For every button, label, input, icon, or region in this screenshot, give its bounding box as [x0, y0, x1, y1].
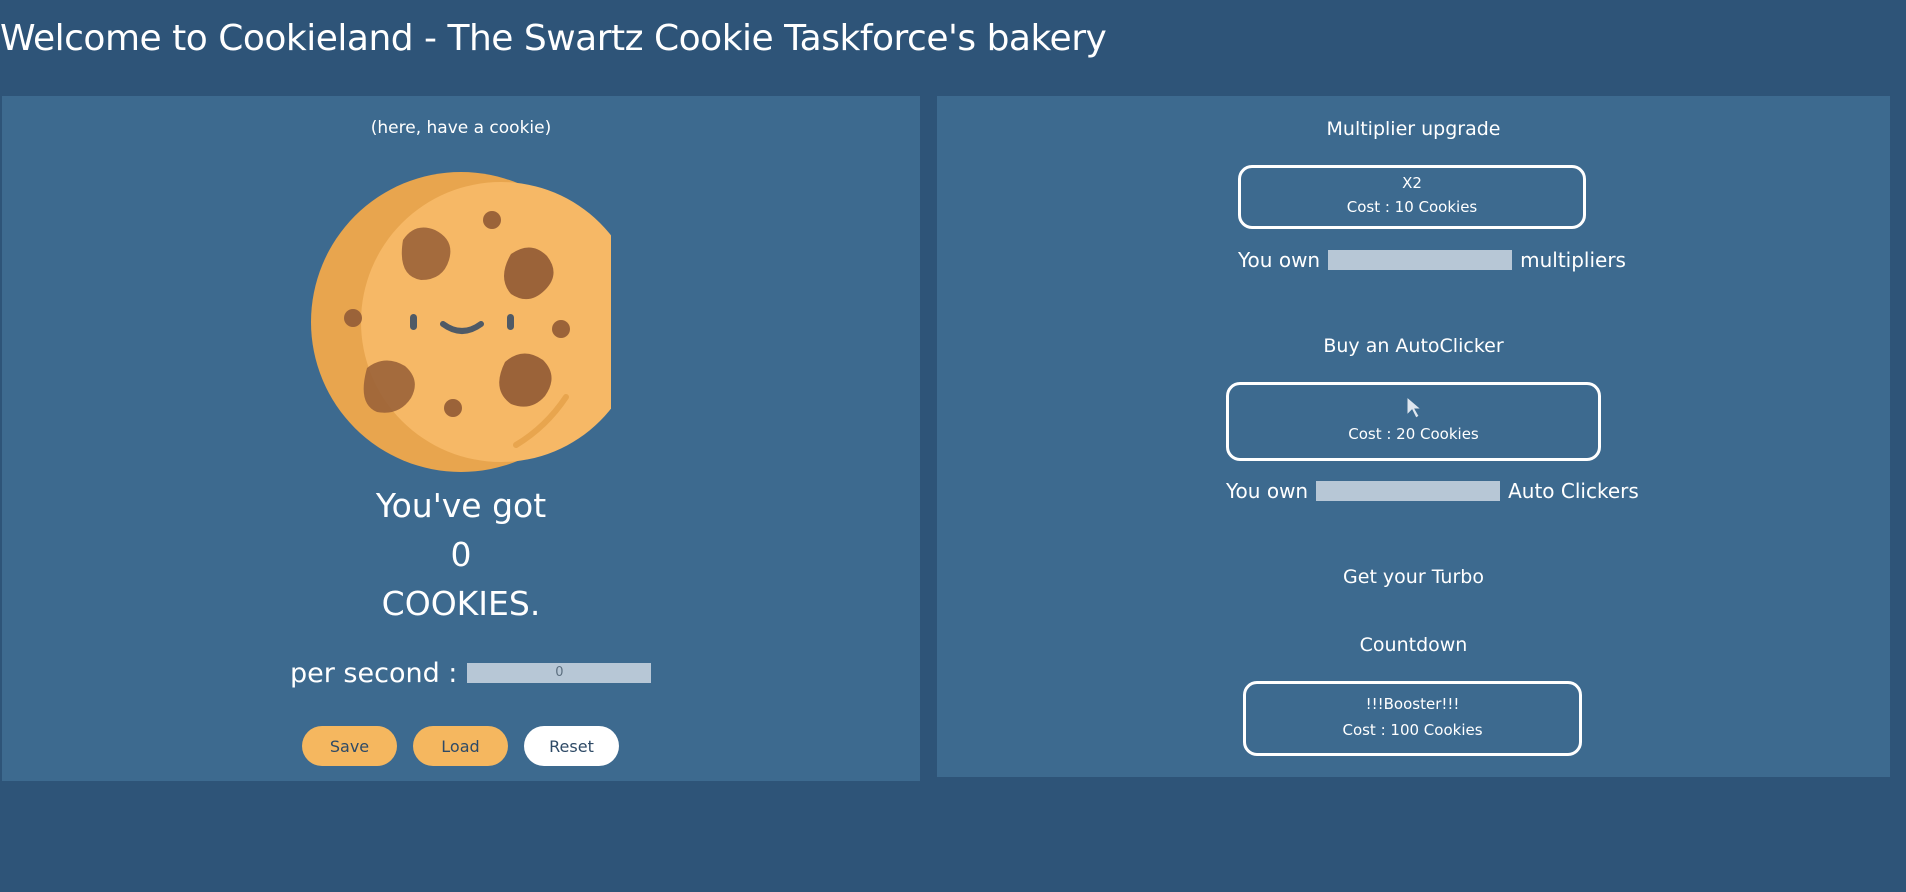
- autoclicker-button[interactable]: Cost : 20 Cookies: [1226, 382, 1601, 461]
- cookies-label: COOKIES.: [381, 584, 541, 623]
- cursor-icon: [1229, 395, 1598, 422]
- per-second-row: per second : 0: [290, 657, 652, 689]
- autoclicker-count-field: [1316, 481, 1501, 501]
- save-button[interactable]: Save: [302, 726, 397, 766]
- multiplier-own-suffix: multipliers: [1520, 248, 1626, 272]
- reset-button[interactable]: Reset: [524, 726, 619, 766]
- per-second-field: 0: [467, 663, 652, 683]
- multiplier-cost: Cost : 10 Cookies: [1346, 198, 1478, 216]
- save-load-buttons: Save Load Reset: [302, 726, 619, 766]
- multiplier-own-row: You own multipliers: [1238, 248, 1626, 272]
- autoclicker-own-suffix: Auto Clickers: [1508, 479, 1639, 503]
- cookie-button[interactable]: [311, 172, 641, 472]
- shop-panel: Multiplier upgrade X2 Cost : 10 Cookies …: [937, 96, 1890, 777]
- cookie-icon: [311, 172, 641, 472]
- autoclicker-own-prefix: You own: [1226, 479, 1309, 503]
- cookie-hint: (here, have a cookie): [370, 118, 552, 138]
- autoclicker-title: Buy an AutoClicker: [1323, 335, 1504, 357]
- per-second-label: per second :: [290, 657, 458, 689]
- multiplier-own-prefix: You own: [1238, 248, 1321, 272]
- multiplier-button[interactable]: X2 Cost : 10 Cookies: [1238, 165, 1586, 229]
- multiplier-label: X2: [1402, 174, 1422, 192]
- turbo-title: Get your Turbo: [1343, 566, 1484, 588]
- countdown-label: Countdown: [1359, 634, 1468, 656]
- page-title: Welcome to Cookieland - The Swartz Cooki…: [0, 18, 1107, 59]
- multiplier-count-field: [1328, 250, 1513, 270]
- autoclicker-own-row: You own Auto Clickers: [1226, 479, 1639, 503]
- cookie-panel: (here, have a cookie) You've got 0 COOKI…: [2, 96, 920, 781]
- got-label: You've got: [375, 486, 547, 525]
- autoclicker-cost: Cost : 20 Cookies: [1348, 425, 1479, 443]
- cookie-count: 0: [450, 535, 472, 574]
- booster-button[interactable]: !!!Booster!!! Cost : 100 Cookies: [1243, 681, 1582, 756]
- cookie-count-block: You've got 0 COOKIES.: [2, 481, 920, 628]
- booster-cost: Cost : 100 Cookies: [1342, 721, 1483, 739]
- load-button[interactable]: Load: [413, 726, 508, 766]
- multiplier-title: Multiplier upgrade: [1326, 118, 1501, 140]
- booster-label: !!!Booster!!!: [1365, 695, 1460, 713]
